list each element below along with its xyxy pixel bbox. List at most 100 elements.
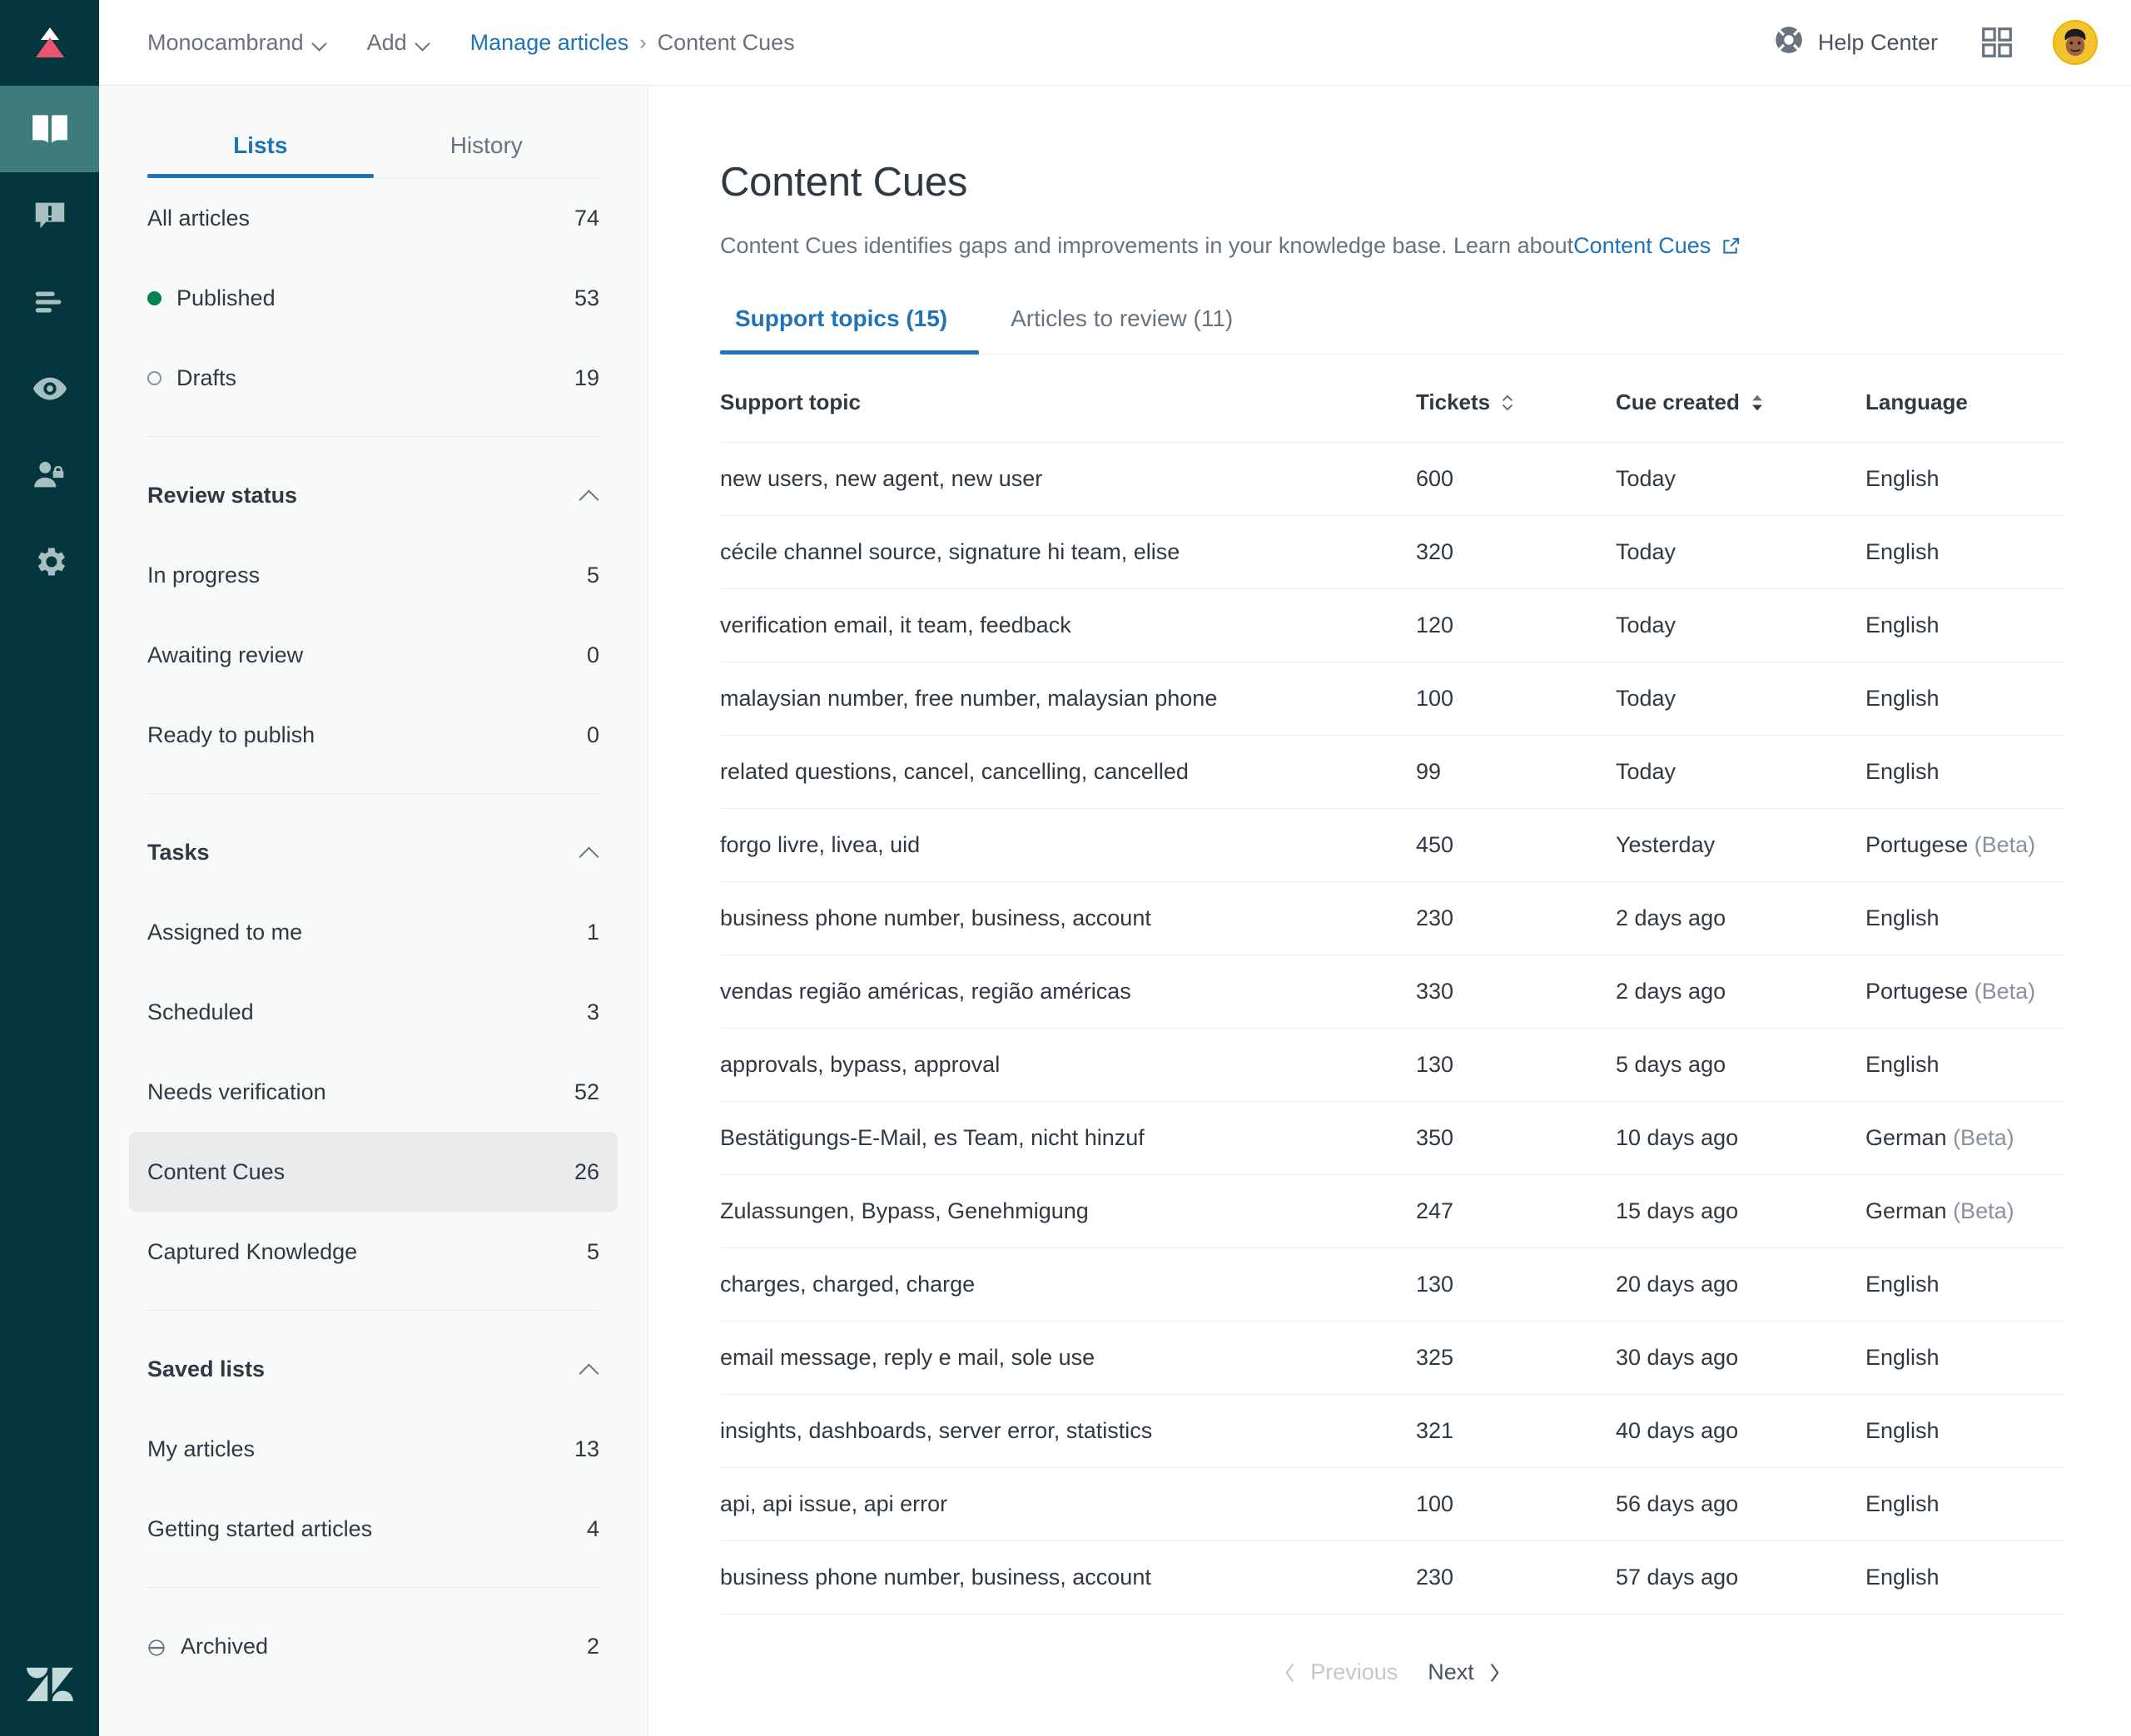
sidebar-item-archived[interactable]: Archived 2 [129,1606,618,1686]
sidebar-item-in-progress[interactable]: In progress 5 [129,535,618,615]
table-row[interactable]: forgo livre, livea, uid 450 Yesterday Portu… [720,808,2064,882]
language-name: English [1865,1418,1940,1443]
sidebar-item-label: Archived [181,1633,269,1659]
sidebar-item-scheduled[interactable]: Scheduled 3 [129,972,618,1052]
column-header-tickets[interactable]: Tickets [1416,355,1616,443]
user-lock-icon [31,456,69,494]
language-name: Portugese [1865,979,1969,1004]
cell-cue-created: 2 days ago [1616,881,1865,955]
table-row[interactable]: approvals, bypass, approval 130 5 days ago… [720,1028,2064,1102]
breadcrumb: Manage articles › Content Cues [470,30,795,56]
table-row[interactable]: insights, dashboards, server error, stat… [720,1394,2064,1468]
previous-page-button[interactable]: Previous [1269,1651,1413,1694]
sidebar-item-ready-to-publish[interactable]: Ready to publish 0 [129,695,618,775]
add-menu-button[interactable]: Add [367,30,430,56]
table-row[interactable]: api, api issue, api error 100 56 days ago E… [720,1467,2064,1541]
sidebar-item-drafts[interactable]: Drafts 19 [129,338,618,418]
sidebar-item-awaiting-review[interactable]: Awaiting review 0 [129,615,618,695]
table-row[interactable]: new users, new agent, new user 600 Today En… [720,442,2064,516]
chevron-up-icon[interactable] [579,489,599,501]
table-row[interactable]: verification email, it team, feedback 120… [720,588,2064,662]
lists-panel-tabs: Lists History [147,117,599,178]
sidebar-item-label: Captured Knowledge [147,1238,358,1264]
sort-unsorted-icon [1500,392,1515,414]
gear-icon [31,543,69,581]
table-row[interactable]: business phone number, business, account… [720,881,2064,955]
cell-support-topic: business phone number, business, account [720,1540,1416,1614]
tab-lists[interactable]: Lists [147,117,374,178]
column-header-support-topic[interactable]: Support topic [720,355,1416,443]
sidebar-item-assigned-to-me[interactable]: Assigned to me 1 [129,892,618,972]
cell-language: German (Beta) [1865,1174,2064,1248]
column-header-language[interactable]: Language [1865,355,2064,443]
sidebar-item-needs-verification[interactable]: Needs verification 52 [129,1052,618,1132]
cell-cue-created: Today [1616,442,1865,516]
cell-cue-created: Today [1616,735,1865,809]
table-row[interactable]: charges, charged, charge 130 20 days ago En… [720,1247,2064,1322]
chevron-up-icon[interactable] [579,1363,599,1375]
rail-item-preview[interactable] [0,345,99,432]
list-section-header-saved-lists[interactable]: Saved lists [147,1329,599,1409]
rail-item-arrange-content[interactable] [0,259,99,345]
sidebar-item-published[interactable]: Published 53 [129,258,618,338]
cell-cue-created: Today [1616,588,1865,662]
table-row[interactable]: Zulassungen, Bypass, Genehmigung 247 15 da… [720,1174,2064,1248]
cell-language: English [1865,1028,2064,1102]
language-name: English [1865,1345,1940,1370]
column-header-cue-created[interactable]: Cue created [1616,355,1865,443]
chevron-up-icon[interactable] [579,846,599,858]
sidebar-item-getting-started-articles[interactable]: Getting started articles 4 [129,1489,618,1569]
brand-selector[interactable]: Monocambrand [147,30,327,56]
sidebar-item-count: 5 [586,1238,599,1264]
next-page-button[interactable]: Next [1413,1651,1516,1694]
cell-tickets: 450 [1416,808,1616,882]
rail-item-settings[interactable] [0,518,99,605]
cell-support-topic: charges, charged, charge [720,1247,1416,1322]
table-row[interactable]: business phone number, business, account… [720,1540,2064,1614]
sidebar-item-name: Getting started articles [147,1516,372,1542]
list-separator [147,436,599,437]
sidebar-item-my-articles[interactable]: My articles 13 [129,1409,618,1489]
cell-cue-created: 5 days ago [1616,1028,1865,1102]
sidebar-item-content-cues[interactable]: Content Cues 26 [129,1132,618,1212]
rail-item-user-permissions[interactable] [0,432,99,518]
rail-item-alerts[interactable] [0,172,99,259]
cell-language: German (Beta) [1865,1101,2064,1175]
tab-support-topics[interactable]: Support topics (15) [720,305,980,355]
table-row[interactable]: related questions, cancel, cancelling, c… [720,735,2064,809]
breadcrumb-link-manage-articles[interactable]: Manage articles [470,30,629,56]
previous-page-label: Previous [1310,1659,1398,1684]
rail-item-guide-knowledge[interactable] [0,86,99,172]
help-center-button[interactable]: Help Center [1773,24,1938,62]
chevron-left-icon [1284,1662,1297,1684]
sidebar-item-count: 1 [586,919,599,945]
beta-badge: (Beta) [1974,832,2036,857]
list-section-header-tasks[interactable]: Tasks [147,812,599,892]
cell-support-topic: related questions, cancel, cancelling, c… [720,735,1416,809]
column-header-language-label: Language [1865,389,1968,414]
sidebar-item-name: My articles [147,1436,255,1462]
cell-tickets: 230 [1416,881,1616,955]
cell-cue-created: 10 days ago [1616,1101,1865,1175]
tab-articles-to-review[interactable]: Articles to review (11) [979,305,1264,354]
content-cues-learn-link[interactable]: Content Cues [1573,233,1711,259]
table-body: new users, new agent, new user 600 Today En… [720,442,2064,1614]
list-separator [147,793,599,794]
tab-history[interactable]: History [374,117,600,177]
table-row[interactable]: cécile channel source, signature hi team… [720,515,2064,589]
cell-cue-created: Today [1616,662,1865,736]
sidebar-item-captured-knowledge[interactable]: Captured Knowledge 5 [129,1212,618,1292]
avatar[interactable] [2053,20,2098,65]
table-row[interactable]: email message, reply e mail, sole use 325… [720,1321,2064,1395]
lists-panel: Lists History All articles 74 Published 53 D… [99,86,648,1736]
cell-support-topic: api, api issue, api error [720,1467,1416,1541]
brand-selector-label: Monocambrand [147,29,304,55]
sidebar-item-name: Awaiting review [147,642,303,668]
table-row[interactable]: vendas região américas, região américas 3… [720,955,2064,1029]
list-section-header-review-status[interactable]: Review status [147,455,599,535]
sidebar-item-all-articles[interactable]: All articles 74 [129,178,618,258]
table-row[interactable]: Bestätigungs-E-Mail, es Team, nicht hinz… [720,1101,2064,1175]
sidebar-item-label: Assigned to me [147,919,303,945]
table-row[interactable]: malaysian number, free number, malaysian… [720,662,2064,736]
grid-apps-icon[interactable] [1978,23,2016,62]
